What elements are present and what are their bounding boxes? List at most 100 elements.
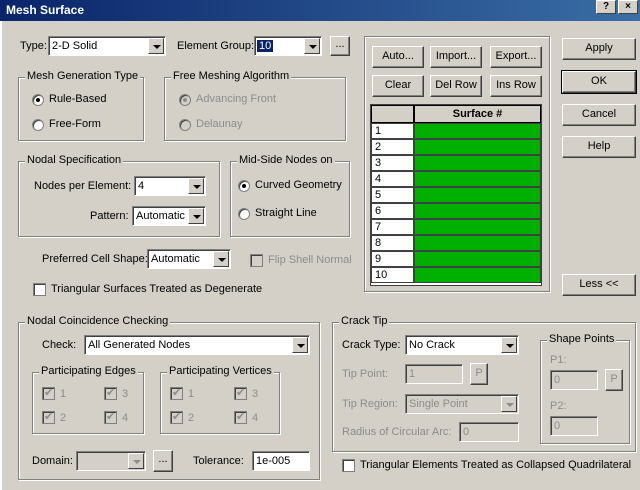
- tip-point-field[interactable]: 1: [405, 364, 463, 384]
- domain-select[interactable]: [76, 451, 146, 471]
- tip-region-select[interactable]: Single Point: [405, 394, 519, 414]
- surface-cell[interactable]: [414, 251, 541, 267]
- title-bar: Mesh Surface ? ×: [0, 0, 640, 21]
- vertex-3-checkbox[interactable]: [234, 386, 247, 400]
- row-number: 4: [371, 171, 414, 187]
- free-meshing-group: Free Meshing Algorithm: [164, 70, 346, 141]
- tri-degenerate-checkbox[interactable]: [33, 283, 46, 296]
- advancing-front-radio[interactable]: [179, 94, 191, 106]
- vertex-2-label: 2: [188, 412, 195, 424]
- free-form-label: Free-Form: [49, 118, 101, 130]
- p1-pick-button[interactable]: P: [605, 369, 623, 391]
- close-icon[interactable]: ×: [618, 0, 638, 14]
- help-button[interactable]: Help: [562, 136, 636, 158]
- export-button[interactable]: Export...: [490, 46, 542, 68]
- edge-1-checkbox[interactable]: [42, 386, 55, 400]
- surface-cell[interactable]: [414, 139, 541, 155]
- mesh-generation-group: Mesh Generation Type: [18, 70, 144, 141]
- domain-more-button[interactable]: ...: [153, 450, 173, 472]
- cell-shape-select[interactable]: Automatic: [147, 249, 231, 269]
- element-group-more-button[interactable]: ...: [330, 36, 350, 56]
- row-number: 1: [371, 123, 414, 139]
- element-group-label: Element Group:: [177, 40, 255, 52]
- chevron-down-icon: [213, 251, 229, 267]
- edge-3-checkbox[interactable]: [104, 386, 117, 400]
- p1-field[interactable]: 0: [550, 370, 598, 390]
- tolerance-field[interactable]: 1e-005: [252, 451, 310, 471]
- check-select[interactable]: All Generated Nodes: [84, 335, 310, 355]
- tip-point-label: Tip Point:: [342, 368, 389, 380]
- domain-label: Domain:: [32, 455, 73, 467]
- surface-cell[interactable]: [414, 235, 541, 251]
- import-button[interactable]: Import...: [430, 46, 482, 68]
- tri-degenerate-label: Triangular Surfaces Treated as Degenerat…: [51, 283, 263, 295]
- apply-button[interactable]: Apply: [562, 38, 636, 60]
- row-number: 7: [371, 219, 414, 235]
- cancel-button[interactable]: Cancel: [562, 104, 636, 126]
- surface-cell[interactable]: [414, 155, 541, 171]
- surface-cell[interactable]: [414, 123, 541, 139]
- ok-button[interactable]: OK: [561, 70, 637, 94]
- row-number: 2: [371, 139, 414, 155]
- straight-line-radio[interactable]: [238, 208, 250, 220]
- less-button[interactable]: Less <<: [562, 274, 636, 296]
- element-group-select[interactable]: 10: [254, 36, 322, 56]
- edge-2-checkbox[interactable]: [42, 410, 55, 424]
- participating-vertices-group: Participating Vertices: [160, 365, 280, 434]
- vertex-2-checkbox[interactable]: [170, 410, 183, 424]
- crack-type-label: Crack Type:: [342, 339, 401, 351]
- vertex-4-checkbox[interactable]: [234, 410, 247, 424]
- window-title: Mesh Surface: [6, 3, 85, 17]
- chevron-down-icon: [148, 38, 164, 54]
- surface-cell[interactable]: [414, 171, 541, 187]
- pattern-select[interactable]: Automatic: [132, 206, 206, 226]
- chevron-down-icon: [188, 178, 204, 194]
- edge-4-label: 4: [122, 412, 129, 424]
- auto-button[interactable]: Auto...: [372, 46, 424, 68]
- p2-field[interactable]: 0: [550, 416, 598, 436]
- ins-row-button[interactable]: Ins Row: [490, 75, 542, 97]
- check-label: Check:: [42, 339, 77, 351]
- edge-1-label: 1: [60, 388, 67, 400]
- surface-cell[interactable]: [414, 187, 541, 203]
- tip-region-label: Tip Region:: [342, 398, 398, 410]
- participating-edges-group: Participating Edges: [32, 365, 144, 434]
- free-form-radio[interactable]: [32, 119, 44, 131]
- tip-point-pick-button[interactable]: P: [470, 363, 488, 385]
- del-row-button[interactable]: Del Row: [430, 75, 482, 97]
- surface-cell[interactable]: [414, 267, 541, 283]
- row-number: 9: [371, 251, 414, 267]
- delaunay-radio[interactable]: [179, 119, 191, 131]
- tri-collapsed-checkbox[interactable]: [342, 459, 355, 472]
- nodes-per-element-label: Nodes per Element:: [34, 180, 132, 192]
- help-icon[interactable]: ?: [596, 0, 616, 14]
- delaunay-label: Delaunay: [196, 118, 243, 130]
- surface-cell[interactable]: [414, 203, 541, 219]
- row-number: 5: [371, 187, 414, 203]
- chevron-down-icon: [188, 208, 204, 224]
- vertex-1-checkbox[interactable]: [170, 386, 183, 400]
- edge-4-checkbox[interactable]: [104, 410, 117, 424]
- type-label: Type:: [20, 40, 47, 52]
- tri-collapsed-label: Triangular Elements Treated as Collapsed…: [360, 459, 632, 471]
- curved-geometry-radio[interactable]: [238, 180, 250, 192]
- straight-line-label: Straight Line: [255, 207, 317, 219]
- vertex-1-label: 1: [188, 388, 195, 400]
- rule-based-radio[interactable]: [32, 94, 44, 106]
- surface-table[interactable]: Surface # 1 2 3 4 5 6 7 8 9 10: [370, 104, 542, 286]
- radius-field[interactable]: 0: [459, 422, 519, 442]
- nodes-per-element-select[interactable]: 4: [134, 176, 206, 196]
- flip-shell-normal-checkbox[interactable]: [250, 254, 263, 267]
- clear-button[interactable]: Clear: [372, 75, 424, 97]
- chevron-down-icon: [128, 453, 144, 469]
- row-number: 8: [371, 235, 414, 251]
- table-corner: [371, 105, 414, 123]
- type-select[interactable]: 2-D Solid: [48, 36, 166, 56]
- pattern-label: Pattern:: [90, 210, 129, 222]
- row-number: 6: [371, 203, 414, 219]
- p2-label: P2:: [550, 400, 567, 412]
- vertex-3-label: 3: [252, 388, 259, 400]
- surface-cell[interactable]: [414, 219, 541, 235]
- crack-type-select[interactable]: No Crack: [405, 335, 519, 355]
- row-number: 10: [371, 267, 414, 283]
